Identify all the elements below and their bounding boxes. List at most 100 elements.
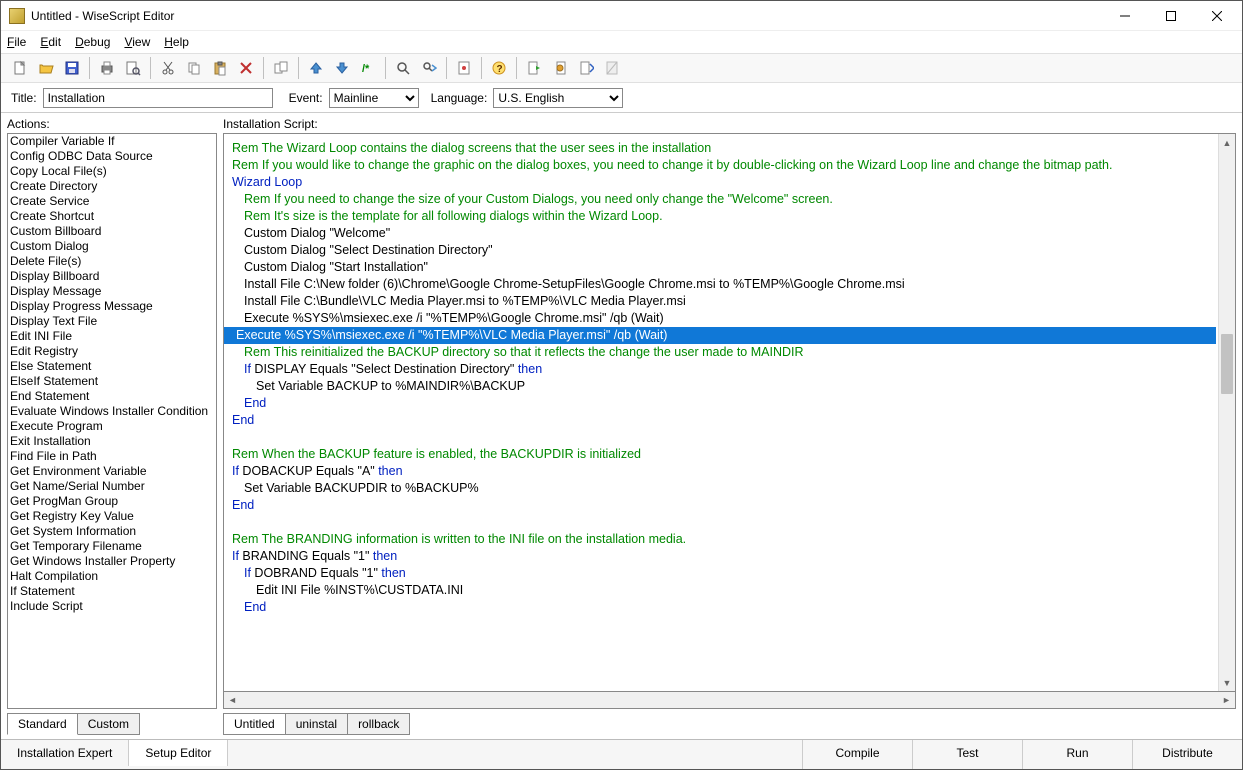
toolbar-properties-button[interactable] xyxy=(452,56,476,80)
action-item[interactable]: Get Environment Variable xyxy=(8,464,216,479)
footer-test-button[interactable]: Test xyxy=(912,740,1022,769)
footer-tab-setup-editor[interactable]: Setup Editor xyxy=(129,740,228,766)
toolbar-script-cancel-button[interactable] xyxy=(574,56,598,80)
script-tab-untitled[interactable]: Untitled xyxy=(223,713,286,735)
action-item[interactable]: ElseIf Statement xyxy=(8,374,216,389)
action-item[interactable]: Compiler Variable If xyxy=(8,134,216,149)
action-item[interactable]: Get ProgMan Group xyxy=(8,494,216,509)
script-line[interactable]: Rem It's size is the template for all fo… xyxy=(232,208,1216,225)
footer-compile-button[interactable]: Compile xyxy=(802,740,912,769)
toolbar-copy-button[interactable] xyxy=(182,56,206,80)
scroll-left-icon[interactable]: ◄ xyxy=(224,692,241,708)
script-line[interactable]: If BRANDING Equals "1" then xyxy=(232,548,1216,565)
script-line[interactable]: Rem The Wizard Loop contains the dialog … xyxy=(232,140,1216,157)
action-item[interactable]: Copy Local File(s) xyxy=(8,164,216,179)
script-line[interactable]: End xyxy=(232,395,1216,412)
script-line[interactable]: Set Variable BACKUPDIR to %BACKUP% xyxy=(232,480,1216,497)
footer-distribute-button[interactable]: Distribute xyxy=(1132,740,1242,769)
script-line[interactable]: Install File C:\New folder (6)\Chrome\Go… xyxy=(232,276,1216,293)
action-item[interactable]: Get Temporary Filename xyxy=(8,539,216,554)
action-item[interactable]: Execute Program xyxy=(8,419,216,434)
actions-list[interactable]: Compiler Variable IfConfig ODBC Data Sou… xyxy=(7,133,217,709)
action-item[interactable]: Edit Registry xyxy=(8,344,216,359)
maximize-button[interactable] xyxy=(1148,1,1194,31)
script-line[interactable]: Install File C:\Bundle\VLC Media Player.… xyxy=(232,293,1216,310)
action-item[interactable]: Display Message xyxy=(8,284,216,299)
script-line[interactable]: If DISPLAY Equals "Select Destination Di… xyxy=(232,361,1216,378)
menu-help[interactable]: Help xyxy=(164,35,189,49)
close-button[interactable] xyxy=(1194,1,1240,31)
action-item[interactable]: Display Billboard xyxy=(8,269,216,284)
script-line[interactable]: Wizard Loop xyxy=(232,174,1216,191)
script-line[interactable]: Set Variable BACKUP to %MAINDIR%\BACKUP xyxy=(232,378,1216,395)
toolbar-help-button[interactable]: ? xyxy=(487,56,511,80)
action-item[interactable]: If Statement xyxy=(8,584,216,599)
toolbar-paste-button[interactable] xyxy=(208,56,232,80)
script-tab-rollback[interactable]: rollback xyxy=(347,713,410,735)
toolbar-duplicate-button[interactable] xyxy=(269,56,293,80)
action-item[interactable]: Display Progress Message xyxy=(8,299,216,314)
script-content[interactable]: Rem The Wizard Loop contains the dialog … xyxy=(224,134,1218,691)
action-item[interactable]: End Statement xyxy=(8,389,216,404)
scroll-right-icon[interactable]: ► xyxy=(1218,692,1235,708)
footer-run-button[interactable]: Run xyxy=(1022,740,1132,769)
script-line[interactable]: Custom Dialog "Start Installation" xyxy=(232,259,1216,276)
script-line[interactable]: End xyxy=(232,599,1216,616)
script-line[interactable]: Rem If you would like to change the grap… xyxy=(232,157,1216,174)
script-line[interactable]: Custom Dialog "Welcome" xyxy=(232,225,1216,242)
toolbar-open-button[interactable] xyxy=(34,56,58,80)
action-item[interactable]: Get System Information xyxy=(8,524,216,539)
action-item[interactable]: Get Windows Installer Property xyxy=(8,554,216,569)
scroll-up-icon[interactable]: ▲ xyxy=(1219,134,1235,151)
toolbar-cut-button[interactable] xyxy=(156,56,180,80)
script-line[interactable]: If DOBACKUP Equals "A" then xyxy=(232,463,1216,480)
menu-edit[interactable]: Edit xyxy=(40,35,61,49)
script-line[interactable]: Rem The BRANDING information is written … xyxy=(232,531,1216,548)
toolbar-print-preview-button[interactable] xyxy=(121,56,145,80)
scroll-down-icon[interactable]: ▼ xyxy=(1219,674,1235,691)
action-item[interactable]: Custom Dialog xyxy=(8,239,216,254)
actions-tab-standard[interactable]: Standard xyxy=(7,713,78,735)
action-item[interactable]: Else Statement xyxy=(8,359,216,374)
action-item[interactable]: Include Script xyxy=(8,599,216,614)
menu-view[interactable]: View xyxy=(124,35,150,49)
toolbar-find-next-button[interactable] xyxy=(417,56,441,80)
script-line[interactable]: End xyxy=(232,497,1216,514)
script-line[interactable]: Rem This reinitialized the BACKUP direct… xyxy=(232,344,1216,361)
toolbar-script-in-button[interactable] xyxy=(522,56,546,80)
toolbar-delete-button[interactable] xyxy=(234,56,258,80)
action-item[interactable]: Config ODBC Data Source xyxy=(8,149,216,164)
vertical-scrollbar[interactable]: ▲ ▼ xyxy=(1218,134,1235,691)
action-item[interactable]: Halt Compilation xyxy=(8,569,216,584)
toolbar-new-button[interactable] xyxy=(8,56,32,80)
script-line[interactable]: Execute %SYS%\msiexec.exe /i "%TEMP%\VLC… xyxy=(224,327,1216,344)
toolbar-script-disabled-button[interactable] xyxy=(600,56,624,80)
action-item[interactable]: Create Shortcut xyxy=(8,209,216,224)
action-item[interactable]: Create Service xyxy=(8,194,216,209)
action-item[interactable]: Display Text File xyxy=(8,314,216,329)
action-item[interactable]: Get Registry Key Value xyxy=(8,509,216,524)
action-item[interactable]: Exit Installation xyxy=(8,434,216,449)
toolbar-save-button[interactable] xyxy=(60,56,84,80)
toolbar-script-out-button[interactable] xyxy=(548,56,572,80)
language-select[interactable]: U.S. English xyxy=(493,88,623,108)
script-line[interactable] xyxy=(232,514,1216,531)
action-item[interactable]: Custom Billboard xyxy=(8,224,216,239)
action-item[interactable]: Delete File(s) xyxy=(8,254,216,269)
script-tab-uninstal[interactable]: uninstal xyxy=(285,713,348,735)
title-input[interactable] xyxy=(43,88,273,108)
script-line[interactable]: Rem When the BACKUP feature is enabled, … xyxy=(232,446,1216,463)
script-line[interactable]: If DOBRAND Equals "1" then xyxy=(232,565,1216,582)
toolbar-move-down-button[interactable] xyxy=(330,56,354,80)
toolbar-print-button[interactable] xyxy=(95,56,119,80)
script-line[interactable]: Rem If you need to change the size of yo… xyxy=(232,191,1216,208)
script-line[interactable]: Custom Dialog "Select Destination Direct… xyxy=(232,242,1216,259)
horizontal-scrollbar[interactable]: ◄ ► xyxy=(223,692,1236,709)
minimize-button[interactable] xyxy=(1102,1,1148,31)
scroll-thumb[interactable] xyxy=(1221,334,1233,394)
action-item[interactable]: Get Name/Serial Number xyxy=(8,479,216,494)
menu-debug[interactable]: Debug xyxy=(75,35,110,49)
script-line[interactable]: Execute %SYS%\msiexec.exe /i "%TEMP%\Goo… xyxy=(232,310,1216,327)
footer-tab-installation-expert[interactable]: Installation Expert xyxy=(1,740,129,766)
menu-file[interactable]: File xyxy=(7,35,26,49)
